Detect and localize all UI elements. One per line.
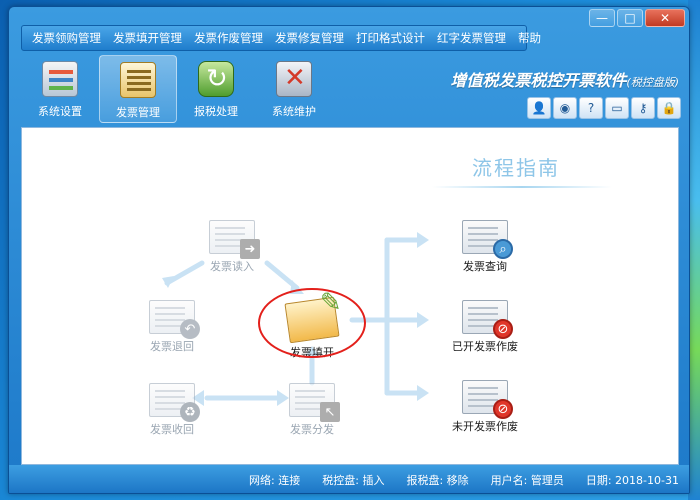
invoice-doc-icon: ➜ xyxy=(209,220,260,259)
node-label: 发票查询 xyxy=(463,260,507,273)
workflow-panel: 流程指南 ➜ 发票读入 ↶ 发票退回 ♻ 发票收回 ✎ 发票填开 ↖ 发票分发 … xyxy=(21,127,679,465)
toolbar-label: 报税处理 xyxy=(194,105,238,118)
toolbar-system-settings[interactable]: 系统设置 xyxy=(21,55,99,123)
brand-subtitle: (税控盘版) xyxy=(626,76,679,89)
main-toolbar: 系统设置 发票管理 报税处理 系统维护 xyxy=(21,55,333,125)
help-icon[interactable]: ? xyxy=(579,97,603,119)
maximize-button[interactable]: □ xyxy=(617,9,643,27)
status-tax-report: 报税盘: 移除 xyxy=(406,474,469,487)
node-label: 发票退回 xyxy=(150,340,194,353)
status-network: 网络: 连接 xyxy=(249,474,301,487)
cursor-icon: ↖ xyxy=(320,402,340,422)
status-tax-disk: 税控盘: 插入 xyxy=(322,474,385,487)
node-invoice-return[interactable]: ↶ 发票退回 xyxy=(127,300,217,354)
arrow-right-icon: ➜ xyxy=(240,239,260,259)
lock-icon[interactable]: 🔒 xyxy=(657,97,681,119)
recycle-icon: ♻ xyxy=(180,402,200,422)
menu-invoice-purchase[interactable]: 发票领购管理 xyxy=(26,30,107,46)
node-void-issued[interactable]: ⊘ 已开发票作废 xyxy=(440,300,530,354)
maintenance-icon xyxy=(276,61,312,97)
menu-bar: 发票领购管理 发票填开管理 发票作废管理 发票修复管理 打印格式设计 红字发票管… xyxy=(21,25,541,51)
prohibit-icon: ⊘ xyxy=(493,399,513,419)
menu-red-invoice[interactable]: 红字发票管理 xyxy=(431,30,512,46)
node-invoice-read-in[interactable]: ➜ 发票读入 xyxy=(187,220,277,274)
status-bar: 网络: 连接 税控盘: 插入 报税盘: 移除 用户名: 管理员 日期: 2018… xyxy=(9,465,689,493)
return-arrow-icon: ↶ xyxy=(180,319,200,339)
tax-icon xyxy=(198,61,234,97)
brand-title: 增值税发票税控开票软件 xyxy=(450,71,627,90)
window-icon[interactable]: ▭ xyxy=(605,97,629,119)
invoice-icon xyxy=(120,62,156,98)
window-controls: — □ ✕ xyxy=(589,9,685,27)
node-label: 发票读入 xyxy=(210,260,254,273)
toolbar-label: 系统设置 xyxy=(38,105,82,118)
prohibit-icon: ⊘ xyxy=(493,319,513,339)
node-invoice-distribute[interactable]: ↖ 发票分发 xyxy=(267,383,357,437)
quick-buttons: 👤 ◉ ? ▭ ⚷ 🔒 xyxy=(527,97,681,119)
node-invoice-query[interactable]: ⌕ 发票查询 xyxy=(440,220,530,274)
invoice-doc-icon: ↖ xyxy=(289,383,340,422)
settings-icon xyxy=(42,61,78,97)
toolbar-system-maintenance[interactable]: 系统维护 xyxy=(255,55,333,123)
node-label: 发票分发 xyxy=(290,423,334,436)
node-void-unissued[interactable]: ⊘ 未开发票作废 xyxy=(440,380,530,434)
menu-invoice-void[interactable]: 发票作废管理 xyxy=(188,30,269,46)
toolbar-label: 发票管理 xyxy=(116,106,160,119)
key-icon[interactable]: ⚷ xyxy=(631,97,655,119)
status-date: 日期: 2018-10-31 xyxy=(585,474,679,487)
toolbar-label: 系统维护 xyxy=(272,105,316,118)
status-user: 用户名: 管理员 xyxy=(490,474,564,487)
user-icon[interactable]: 👤 xyxy=(527,97,551,119)
invoice-doc-icon: ⌕ xyxy=(462,220,513,259)
node-label: 已开发票作废 xyxy=(452,340,518,353)
app-brand-title: 增值税发票税控开票软件(税控盘版) xyxy=(450,67,679,91)
node-label: 发票收回 xyxy=(150,423,194,436)
app-window: — □ ✕ 发票领购管理 发票填开管理 发票作废管理 发票修复管理 打印格式设计… xyxy=(8,6,690,494)
close-button[interactable]: ✕ xyxy=(645,9,685,27)
toolbar-tax-processing[interactable]: 报税处理 xyxy=(177,55,255,123)
invoice-doc-icon: ↶ xyxy=(149,300,200,339)
node-invoice-recover[interactable]: ♻ 发票收回 xyxy=(127,383,217,437)
node-label: 未开发票作废 xyxy=(452,420,518,433)
invoice-doc-icon: ⊘ xyxy=(462,380,513,419)
menu-invoice-repair[interactable]: 发票修复管理 xyxy=(269,30,350,46)
globe-icon[interactable]: ◉ xyxy=(553,97,577,119)
search-icon: ⌕ xyxy=(493,239,513,259)
menu-help[interactable]: 帮助 xyxy=(512,30,547,46)
highlight-ring xyxy=(258,288,366,358)
minimize-button[interactable]: — xyxy=(589,9,615,27)
toolbar-invoice-management[interactable]: 发票管理 xyxy=(99,55,177,123)
menu-invoice-issue[interactable]: 发票填开管理 xyxy=(107,30,188,46)
menu-print-format[interactable]: 打印格式设计 xyxy=(350,30,431,46)
invoice-doc-icon: ♻ xyxy=(149,383,200,422)
invoice-doc-icon: ⊘ xyxy=(462,300,513,339)
